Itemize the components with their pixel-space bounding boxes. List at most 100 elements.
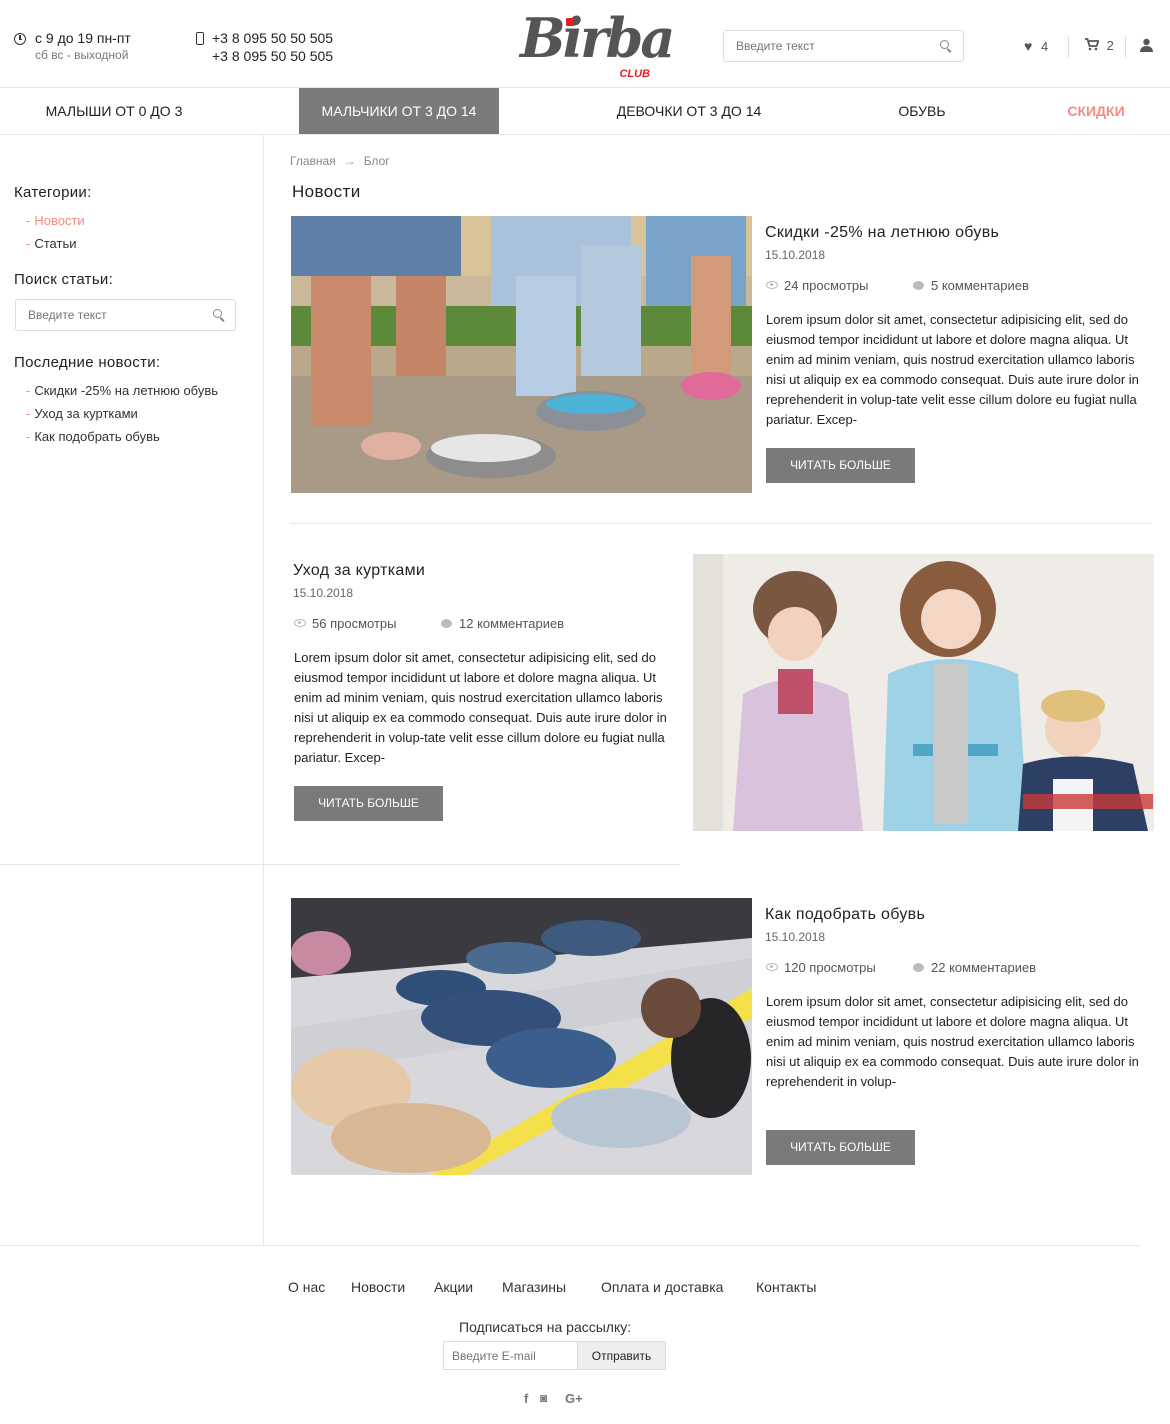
- facebook-icon[interactable]: f: [524, 1391, 528, 1406]
- post-date: 15.10.2018: [765, 930, 826, 944]
- site-header: с 9 до 19 пн-пт сб вс - выходной +3 8 09…: [0, 0, 1170, 88]
- breadcrumb-current: Блог: [363, 154, 390, 168]
- views-count: 56 просмотры: [312, 616, 397, 631]
- eye-icon: [766, 963, 778, 971]
- nav-babies[interactable]: МАЛЫШИ ОТ 0 ДО 3: [0, 88, 228, 134]
- latest-news-label: Скидки -25% на летнюю обувь: [34, 383, 219, 398]
- read-more-button[interactable]: ЧИТАТЬ БОЛЬШЕ: [766, 1130, 915, 1165]
- comments-count: 5 комментариев: [931, 278, 1029, 293]
- footer-link-promotions[interactable]: Акции: [434, 1279, 473, 1295]
- subscribe-label: Подписаться на рассылку:: [459, 1319, 632, 1335]
- subscribe-button[interactable]: Отправить: [577, 1342, 665, 1369]
- main-navigation: МАЛЫШИ ОТ 0 ДО 3 МАЛЬЧИКИ ОТ 3 ДО 14 ДЕВ…: [0, 88, 1170, 135]
- post-date: 15.10.2018: [765, 248, 826, 262]
- hours-weekend: сб вс - выходной: [35, 48, 129, 62]
- kids-legs-photo: [291, 216, 752, 493]
- footer-link-payment-delivery[interactable]: Оплата и доставка: [601, 1279, 723, 1295]
- read-more-button[interactable]: ЧИТАТЬ БОЛЬШЕ: [294, 786, 443, 821]
- search-icon[interactable]: [940, 40, 949, 49]
- phone-1[interactable]: +3 8 095 50 50 505: [212, 30, 333, 46]
- post-title[interactable]: Как подобрать обувь: [765, 906, 925, 924]
- latest-news-label: Как подобрать обувь: [34, 429, 160, 444]
- article-search-input[interactable]: [28, 308, 218, 322]
- comments-count: 22 комментариев: [931, 960, 1037, 975]
- post-views: 120 просмотры: [766, 960, 876, 975]
- instagram-icon[interactable]: ◙: [540, 1391, 547, 1405]
- kids-jackets-photo: [693, 554, 1154, 831]
- hours-weekdays: с 9 до 19 пн-пт: [35, 30, 131, 46]
- comments-count: 12 комментариев: [459, 616, 565, 631]
- post-views: 56 просмотры: [294, 616, 396, 631]
- sidebar-border: [263, 135, 264, 1245]
- cart-icon: [1085, 38, 1100, 51]
- latest-news-item[interactable]: - Уход за куртками: [26, 406, 138, 421]
- section-divider: [0, 864, 680, 865]
- wishlist-button[interactable]: ♥ 4: [1024, 38, 1048, 58]
- user-icon: [1140, 38, 1153, 52]
- categories-heading: Категории:: [14, 184, 92, 201]
- breadcrumb: Главная → Блог: [290, 154, 390, 168]
- latest-news-item[interactable]: - Скидки -25% на летнюю обувь: [26, 383, 218, 398]
- logo-red-dot: [566, 18, 574, 26]
- post-title[interactable]: Скидки -25% на летнюю обувь: [765, 224, 999, 242]
- article-search: [15, 299, 236, 331]
- nav-boys[interactable]: МАЛЬЧИКИ ОТ 3 ДО 14: [299, 88, 499, 134]
- post-image-kids-jackets[interactable]: [693, 554, 1154, 831]
- shoes-shelf-photo: [291, 898, 752, 1175]
- header-search: [723, 30, 964, 62]
- footer-link-stores[interactable]: Магазины: [502, 1279, 566, 1295]
- views-count: 120 просмотры: [784, 960, 876, 975]
- post-date: 15.10.2018: [293, 586, 354, 600]
- latest-news-heading: Последние новости:: [14, 354, 161, 371]
- post-comments: 22 комментариев: [913, 960, 1036, 975]
- nav-girls[interactable]: ДЕВОЧКИ ОТ 3 ДО 14: [588, 88, 790, 134]
- post-views: 24 просмотры: [766, 278, 868, 293]
- search-icon[interactable]: [213, 309, 222, 318]
- footer-link-news[interactable]: Новости: [351, 1279, 405, 1295]
- comment-icon: [913, 963, 924, 972]
- post-image-kids-shoes[interactable]: [291, 216, 752, 493]
- post-excerpt: Lorem ipsum dolor sit amet, consectetur …: [294, 650, 667, 765]
- nav-shoes[interactable]: ОБУВЬ: [870, 88, 974, 134]
- cart-button[interactable]: 2: [1085, 38, 1114, 58]
- wishlist-count: 4: [1040, 39, 1049, 54]
- latest-news-label: Уход за куртками: [34, 406, 138, 421]
- article-search-heading: Поиск статьи:: [14, 271, 114, 288]
- comment-icon: [441, 619, 452, 628]
- page-title: Новости: [292, 182, 361, 201]
- category-news[interactable]: - Новости: [26, 213, 85, 228]
- breadcrumb-home[interactable]: Главная: [290, 154, 336, 168]
- views-count: 24 просмотры: [784, 278, 869, 293]
- birba-logo[interactable]: Birba CLUB: [516, 6, 675, 80]
- google-plus-icon[interactable]: G+: [565, 1391, 583, 1406]
- logo-sub: CLUB: [619, 68, 650, 80]
- post-excerpt: Lorem ipsum dolor sit amet, consectetur …: [766, 312, 1139, 427]
- header-separator: [1125, 36, 1126, 58]
- category-articles[interactable]: - Статьи: [26, 236, 76, 251]
- nav-sale[interactable]: СКИДКИ: [1040, 88, 1152, 134]
- latest-news-item[interactable]: - Как подобрать обувь: [26, 429, 160, 444]
- post-comments: 12 комментариев: [441, 616, 564, 631]
- post-image-shoes-shelf[interactable]: [291, 898, 752, 1175]
- post-divider: [290, 523, 1152, 524]
- phone-2[interactable]: +3 8 095 50 50 505: [212, 48, 333, 64]
- email-field[interactable]: [452, 1349, 572, 1363]
- account-button[interactable]: [1140, 38, 1153, 58]
- eye-icon: [766, 281, 778, 289]
- footer-link-about[interactable]: О нас: [288, 1279, 325, 1295]
- phone-icon: [196, 32, 204, 45]
- post-excerpt: Lorem ipsum dolor sit amet, consectetur …: [766, 994, 1139, 1089]
- heart-icon: ♥: [1024, 38, 1033, 54]
- post-comments: 5 комментариев: [913, 278, 1029, 293]
- header-search-input[interactable]: [736, 39, 926, 53]
- subscribe-form: Отправить: [443, 1341, 666, 1370]
- post-title[interactable]: Уход за куртками: [293, 562, 425, 580]
- read-more-button[interactable]: ЧИТАТЬ БОЛЬШЕ: [766, 448, 915, 483]
- category-articles-label: Статьи: [34, 236, 77, 251]
- category-news-label: Новости: [34, 213, 85, 228]
- cart-count: 2: [1106, 38, 1114, 53]
- footer-divider: [0, 1245, 1140, 1246]
- arrow-right-icon: →: [343, 154, 356, 168]
- footer-link-contacts[interactable]: Контакты: [756, 1279, 816, 1295]
- header-separator: [1068, 36, 1069, 58]
